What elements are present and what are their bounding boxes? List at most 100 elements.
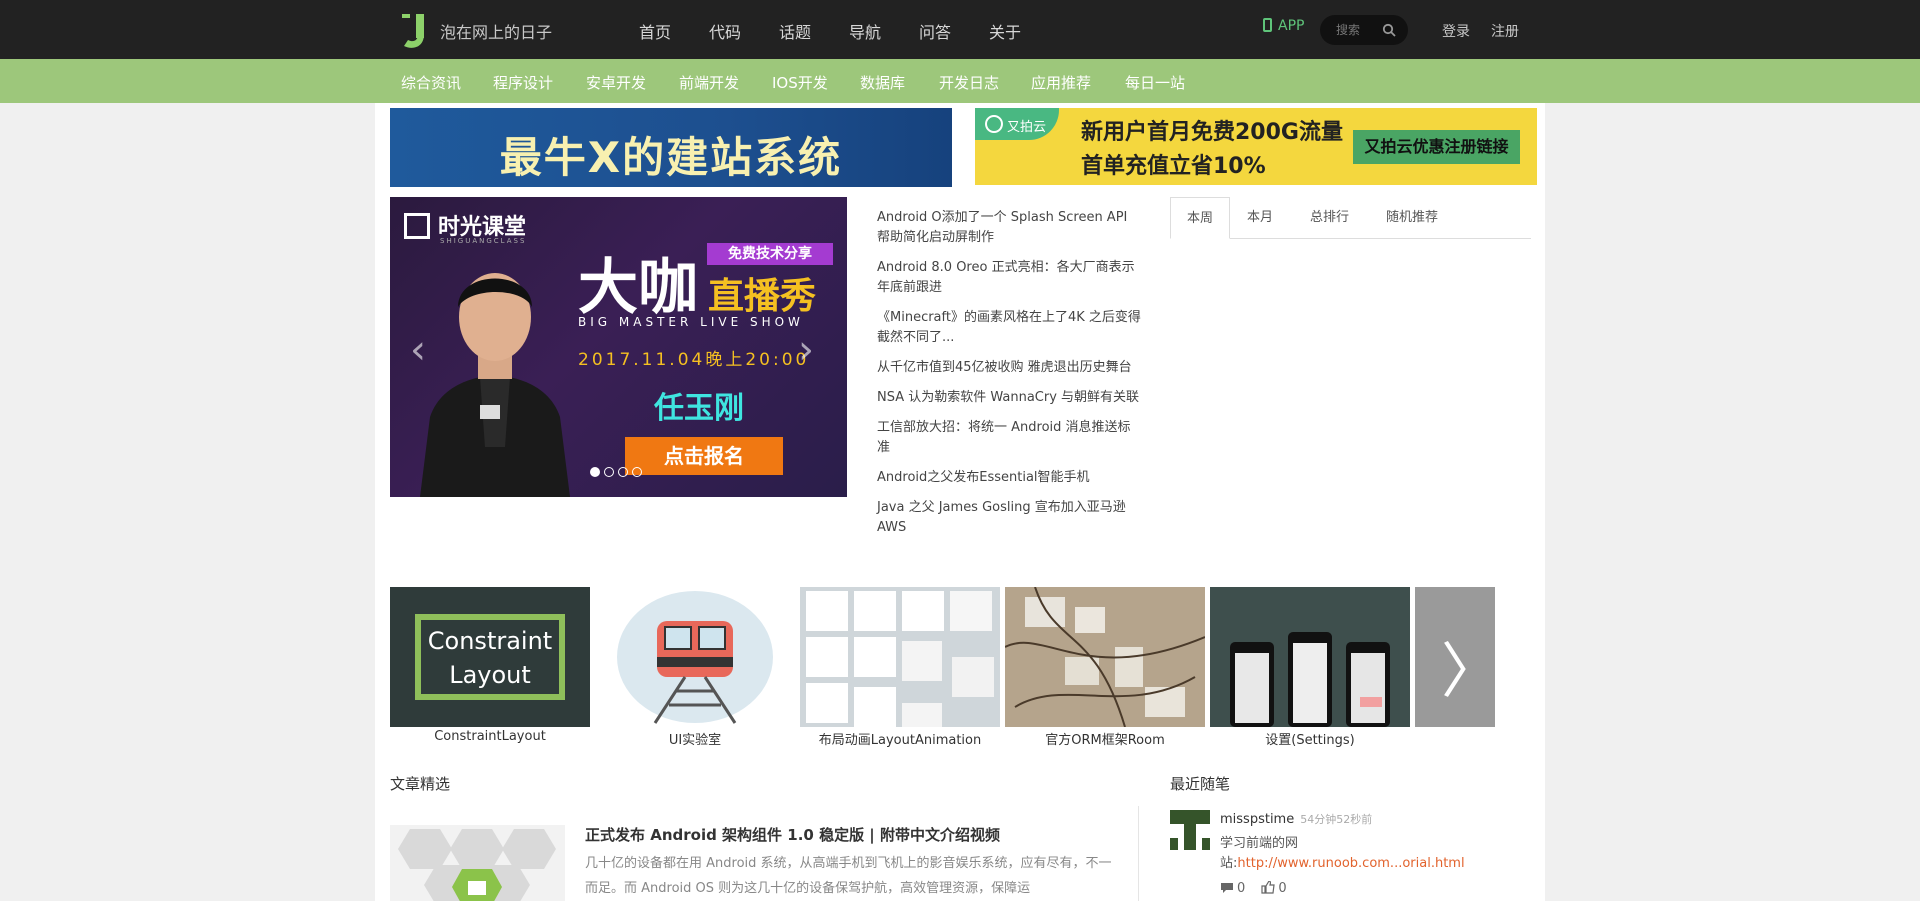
carousel-prev-icon[interactable]: ‹: [410, 327, 426, 373]
nav-qa[interactable]: 问答: [919, 19, 951, 43]
carousel-subtitle-en: BIG MASTER LIVE SHOW: [578, 315, 804, 329]
search-icon[interactable]: [1382, 23, 1396, 37]
speaker-photo: [420, 273, 570, 497]
nav-code[interactable]: 代码: [709, 19, 741, 43]
app-link[interactable]: APP: [1263, 18, 1304, 34]
comment-button[interactable]: 0: [1220, 881, 1245, 896]
news-item[interactable]: NSA 认为勒索软件 WannaCry 与朝鲜有关联: [877, 388, 1142, 408]
thumb-constraint-text-1: Constraint: [427, 627, 553, 655]
ad-banner-right-line2: 首单充值立省10%: [1081, 154, 1266, 179]
featured-article-title[interactable]: 正式发布 Android 架构组件 1.0 稳定版 | 附带中文介绍视频: [585, 824, 1000, 845]
featured-section-title: 文章精选: [390, 775, 451, 793]
carousel-next-icon[interactable]: ›: [798, 327, 814, 373]
hexagon-pattern-image: [390, 825, 565, 901]
electrical-panel-image: [1005, 587, 1205, 727]
thumb-label[interactable]: 布局动画LayoutAnimation: [800, 729, 1000, 748]
post-time: 54分钟52秒前: [1300, 813, 1373, 826]
tab-all-time[interactable]: 总排行: [1294, 197, 1365, 239]
thumb-label[interactable]: ConstraintLayout: [390, 729, 590, 744]
chevron-right-icon: 〉: [1441, 637, 1501, 707]
post-author: misspstime 54分钟52秒前: [1220, 811, 1372, 827]
carousel-dot[interactable]: [632, 467, 642, 477]
ranking-tabs: 本周 本月 总排行 随机推荐: [1170, 197, 1531, 239]
thumb-constraint-text-2: Layout: [449, 661, 531, 689]
post-username[interactable]: misspstime: [1220, 812, 1294, 827]
category-ios[interactable]: IOS开发: [772, 72, 828, 93]
thumb-ui-lab[interactable]: [595, 587, 795, 727]
tab-random[interactable]: 随机推荐: [1370, 197, 1454, 239]
nav-topics[interactable]: 话题: [779, 19, 811, 43]
thumb-label[interactable]: UI实验室: [595, 729, 795, 748]
nav-about[interactable]: 关于: [989, 19, 1021, 43]
top-navbar: 泡在网上的日子 首页 代码 话题 导航 问答 关于 APP 登录 注册: [0, 0, 1920, 59]
carousel-dot[interactable]: [590, 467, 600, 477]
category-android[interactable]: 安卓开发: [586, 72, 646, 93]
carousel-dot[interactable]: [604, 467, 614, 477]
upyun-brand: 又拍云: [1007, 120, 1047, 135]
category-daily-site[interactable]: 每日一站: [1125, 72, 1185, 93]
thumbs-up-icon: [1261, 881, 1276, 894]
carousel-date: 2017.11.04晚上20:00: [578, 350, 810, 370]
category-news[interactable]: 综合资讯: [401, 72, 461, 93]
like-count: 0: [1278, 881, 1287, 896]
category-database[interactable]: 数据库: [860, 72, 905, 93]
news-item[interactable]: 工信部放大招：将统一 Android 消息推送标准: [877, 418, 1142, 458]
category-frontend[interactable]: 前端开发: [679, 72, 739, 93]
category-devlog[interactable]: 开发日志: [939, 72, 999, 93]
category-apps[interactable]: 应用推荐: [1031, 72, 1091, 93]
phone-icon: [1263, 18, 1272, 32]
phones-image: [1230, 632, 1390, 727]
search-input[interactable]: [1336, 21, 1384, 39]
brand-logo-icon: [404, 213, 430, 239]
thumb-settings[interactable]: [1210, 587, 1410, 727]
nav-navigation[interactable]: 导航: [849, 19, 881, 43]
like-button[interactable]: 0: [1261, 881, 1287, 896]
tab-this-week[interactable]: 本周: [1170, 197, 1231, 239]
thumb-room-orm[interactable]: [1005, 587, 1205, 727]
user-avatar[interactable]: [1170, 810, 1210, 850]
category-programming[interactable]: 程序设计: [493, 72, 553, 93]
ad-banner-left[interactable]: 最牛X的建站系统: [390, 108, 952, 187]
ad-banner-left-text: 最牛X的建站系统: [499, 133, 843, 182]
thumbs-next-button[interactable]: 〉: [1415, 587, 1501, 727]
carousel-tag: 免费技术分享: [707, 243, 833, 265]
logo-icon[interactable]: [402, 10, 430, 54]
news-item[interactable]: Android O添加了一个 Splash Screen API 帮助简化启动屏…: [877, 208, 1142, 248]
news-list: Android O添加了一个 Splash Screen API 帮助简化启动屏…: [877, 208, 1142, 548]
tab-this-month[interactable]: 本月: [1231, 197, 1289, 239]
news-item[interactable]: 从千亿市值到45亿被收购 雅虎退出历史舞台: [877, 358, 1142, 378]
carousel-dot[interactable]: [618, 467, 628, 477]
ad-banner-right[interactable]: 又拍云 新用户首月免费200G流量 首单充值立省10% 又拍云优惠注册链接: [975, 108, 1537, 185]
upyun-register-button[interactable]: 又拍云优惠注册链接: [1353, 130, 1520, 164]
train-icon: [617, 591, 773, 724]
thumb-layout-animation[interactable]: [800, 587, 1000, 727]
search-box: [1320, 15, 1408, 45]
article-thumbnail[interactable]: [390, 825, 565, 901]
site-name[interactable]: 泡在网上的日子: [440, 19, 552, 43]
comment-icon: [1221, 883, 1233, 893]
news-item[interactable]: Android 8.0 Oreo 正式亮相：各大厂商表示年底前跟进: [877, 258, 1142, 298]
thumb-label[interactable]: 官方ORM框架Room: [1005, 729, 1205, 748]
thumb-label[interactable]: 设置(Settings): [1210, 729, 1410, 748]
post-link[interactable]: http://www.runoob.com...orial.html: [1237, 856, 1464, 871]
nav-home[interactable]: 首页: [639, 19, 671, 43]
grid-icon: [806, 591, 994, 727]
recent-section-title: 最近随笔: [1170, 775, 1231, 793]
login-link[interactable]: 登录: [1442, 21, 1470, 41]
upyun-badge: 又拍云: [975, 108, 1059, 140]
carousel-big-title-2: 直播秀: [708, 276, 817, 317]
register-link[interactable]: 注册: [1491, 21, 1519, 41]
news-item[interactable]: 《Minecraft》的画素风格在上了4K 之后变得截然不同了...: [877, 308, 1142, 348]
carousel[interactable]: 时光课堂 SHIGUANGCLASS 大咖 免费技术分享 直播秀 BIG MAS…: [390, 197, 847, 497]
cloud-icon: [985, 115, 1003, 133]
column-divider: [1138, 806, 1139, 901]
carousel-indicators: [590, 462, 646, 481]
post-actions: 0 0: [1220, 881, 1287, 896]
news-item[interactable]: Java 之父 James Gosling 宣布加入亚马逊 AWS: [877, 498, 1142, 538]
carousel-big-title: 大咖: [578, 253, 698, 323]
thumb-constraintlayout[interactable]: Constraint Layout: [390, 587, 590, 727]
carousel-signup-button[interactable]: 点击报名: [625, 437, 783, 475]
carousel-speaker: 任玉刚: [654, 391, 744, 426]
category-bar: 综合资讯 程序设计 安卓开发 前端开发 IOS开发 数据库 开发日志 应用推荐 …: [0, 59, 1920, 103]
news-item[interactable]: Android之父发布Essential智能手机: [877, 468, 1142, 488]
